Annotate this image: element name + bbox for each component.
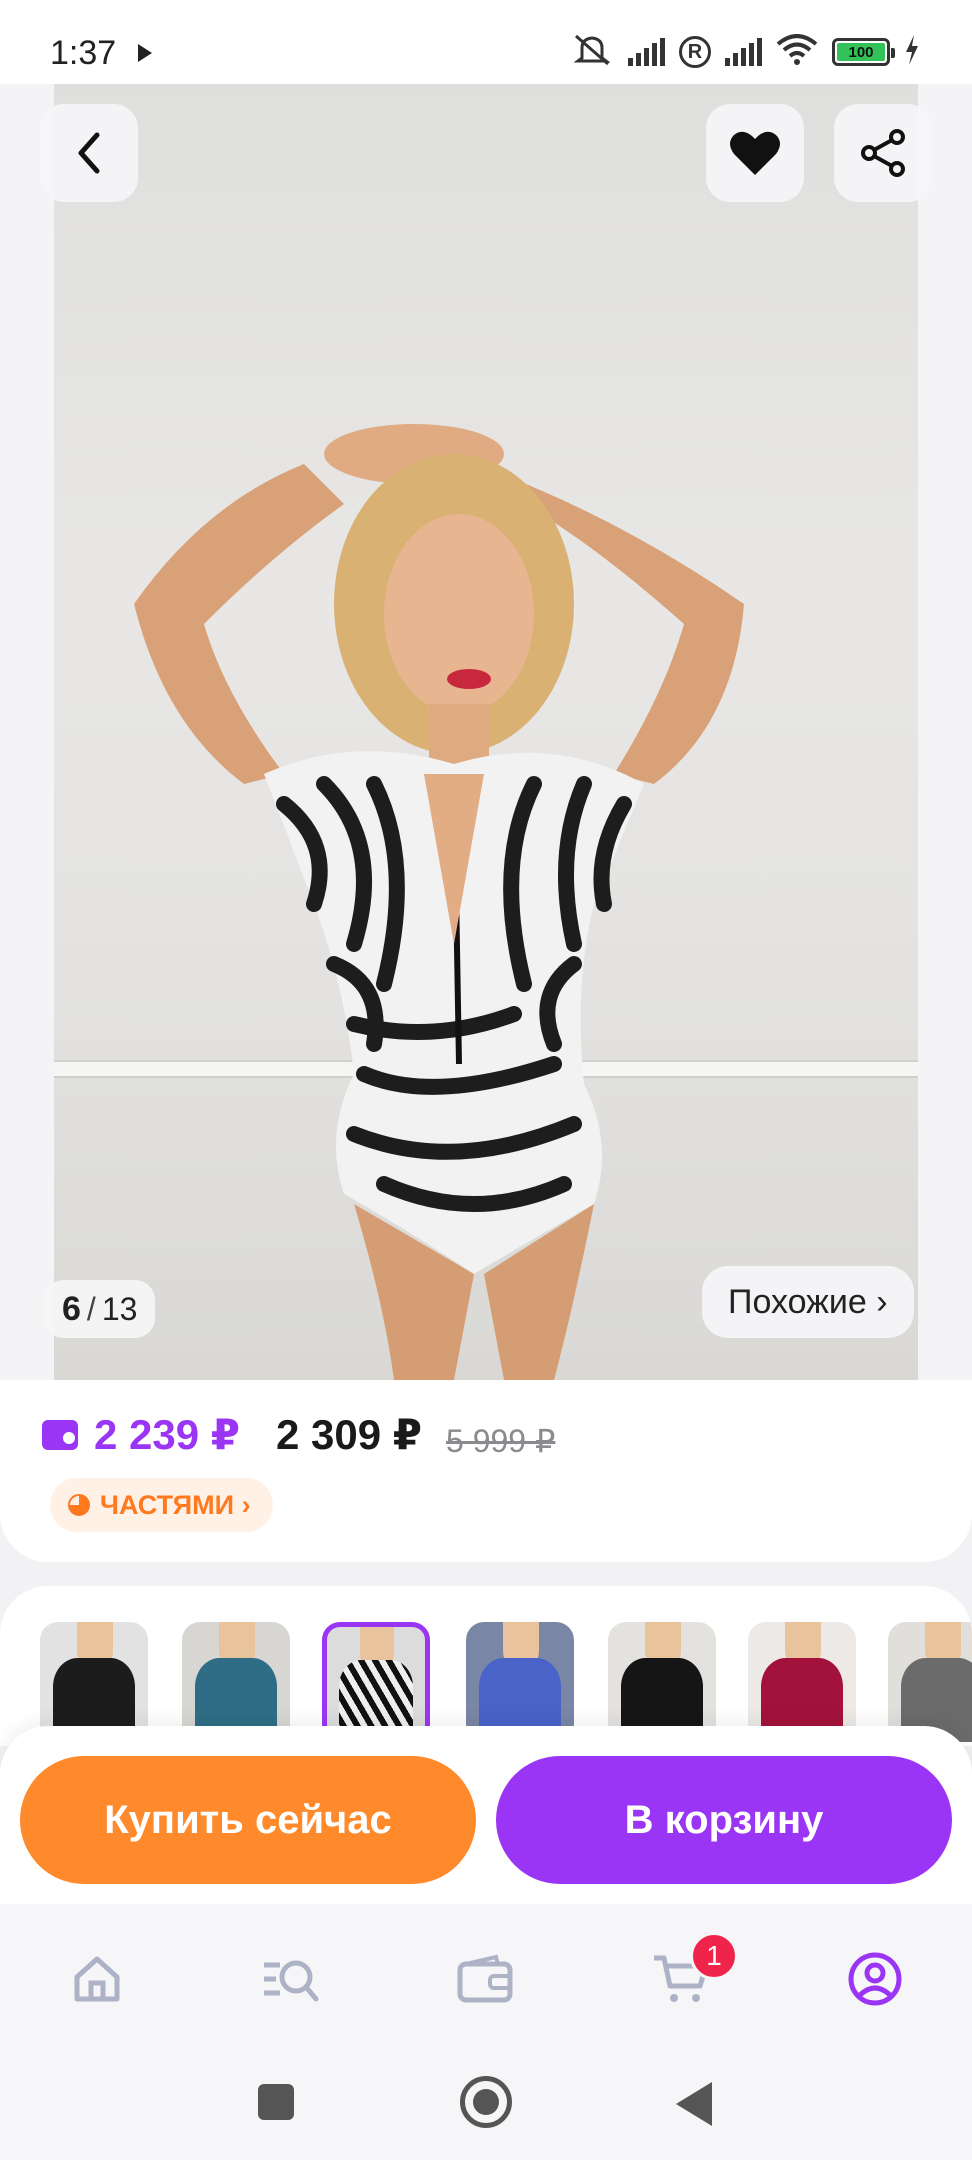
wifi-icon bbox=[776, 33, 818, 71]
image-counter-separator: / bbox=[86, 1290, 96, 1327]
variant-thumb[interactable] bbox=[182, 1622, 290, 1742]
nav-cart[interactable]: 1 bbox=[646, 1932, 738, 2014]
back-system-icon[interactable] bbox=[676, 2082, 712, 2126]
back-button[interactable] bbox=[40, 104, 138, 202]
status-bar: 1:37 R 100 bbox=[0, 0, 972, 84]
add-to-cart-button[interactable]: В корзину bbox=[496, 1756, 952, 1884]
image-current-index: 6 bbox=[62, 1289, 81, 1328]
recents-icon[interactable] bbox=[258, 2084, 294, 2120]
nav-home[interactable] bbox=[62, 1944, 132, 2014]
pie-chart-icon bbox=[68, 1494, 90, 1516]
product-screen: 1:37 R 100 6 / 13 Похожие › 2 239 ₽ 2 30… bbox=[0, 0, 972, 2160]
signal-icon bbox=[725, 38, 762, 66]
battery-level: 100 bbox=[837, 43, 885, 61]
signal-icon bbox=[628, 38, 665, 66]
variant-thumb[interactable] bbox=[466, 1622, 574, 1742]
action-bar: Купить сейчас В корзину bbox=[0, 1726, 972, 1904]
installments-label: ЧАСТЯМИ › bbox=[100, 1489, 251, 1520]
bottom-nav: 1 bbox=[0, 1904, 972, 2044]
image-counter: 6 / 13 bbox=[44, 1280, 156, 1338]
home-icon bbox=[74, 1956, 120, 2002]
mute-icon bbox=[570, 32, 614, 73]
status-icons: R 100 bbox=[570, 32, 920, 72]
heart-icon bbox=[730, 131, 780, 175]
battery-icon: 100 bbox=[832, 38, 895, 66]
home-system-icon[interactable] bbox=[460, 2076, 512, 2128]
status-time: 1:37 bbox=[50, 34, 117, 72]
installments-button[interactable]: ЧАСТЯМИ › bbox=[50, 1478, 273, 1532]
favorite-button[interactable] bbox=[706, 104, 804, 202]
similar-button[interactable]: Похожие › bbox=[702, 1266, 914, 1338]
wallet-icon bbox=[42, 1420, 78, 1450]
catalog-search-icon bbox=[264, 1960, 319, 2002]
play-icon bbox=[138, 44, 152, 62]
product-gallery[interactable]: 6 / 13 Похожие › bbox=[0, 84, 972, 1380]
variant-thumb-selected[interactable] bbox=[322, 1622, 430, 1742]
system-nav bbox=[0, 2044, 972, 2160]
nav-wallet[interactable] bbox=[450, 1944, 520, 2014]
cart-count-badge: 1 bbox=[690, 1932, 738, 1980]
charging-icon bbox=[904, 34, 920, 70]
variant-thumb[interactable] bbox=[748, 1622, 856, 1742]
model-illustration bbox=[134, 424, 744, 1380]
nav-catalog[interactable] bbox=[256, 1944, 326, 2014]
image-total: 13 bbox=[101, 1290, 138, 1327]
buy-now-button[interactable]: Купить сейчас bbox=[20, 1756, 476, 1884]
variant-thumb[interactable] bbox=[608, 1622, 716, 1742]
share-icon bbox=[861, 129, 905, 177]
profile-icon bbox=[848, 1952, 902, 2006]
variant-thumb[interactable] bbox=[888, 1622, 972, 1742]
old-price: 5 999 ₽ bbox=[446, 1423, 556, 1459]
roaming-icon: R bbox=[679, 36, 711, 68]
nav-profile[interactable] bbox=[840, 1944, 910, 2014]
current-price: 2 309 ₽ bbox=[276, 1411, 422, 1458]
chevron-left-icon bbox=[78, 132, 100, 174]
variant-thumb[interactable] bbox=[40, 1622, 148, 1742]
wallet-icon bbox=[457, 1954, 513, 2003]
product-photo[interactable] bbox=[54, 84, 918, 1380]
price-card: 2 239 ₽ 2 309 ₽ 5 999 ₽ ЧАСТЯМИ › bbox=[0, 1380, 972, 1562]
wallet-price: 2 239 ₽ bbox=[94, 1411, 240, 1458]
share-button[interactable] bbox=[834, 104, 932, 202]
variant-strip[interactable] bbox=[0, 1586, 972, 1746]
